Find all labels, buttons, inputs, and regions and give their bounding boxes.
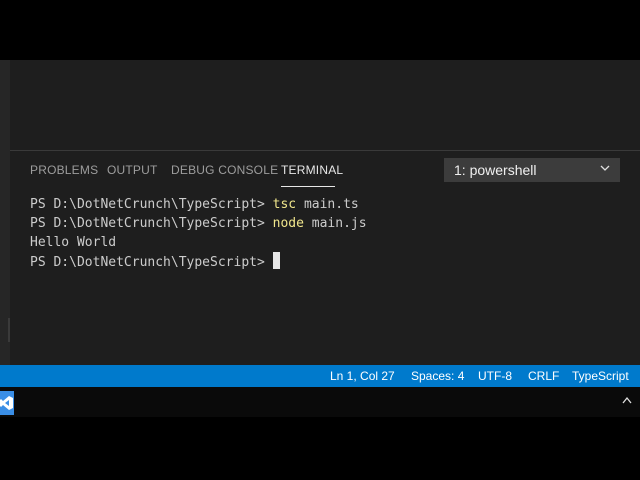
status-language[interactable]: TypeScript — [572, 369, 629, 383]
top-letterbox — [0, 0, 640, 60]
terminal-cursor — [272, 252, 280, 269]
terminal-prompt: PS D:\DotNetCrunch\TypeScript> — [30, 255, 265, 270]
terminal-output[interactable]: PS D:\DotNetCrunch\TypeScript> tsc main.… — [30, 195, 367, 271]
os-taskbar — [0, 387, 640, 417]
status-cursor-position[interactable]: Ln 1, Col 27 — [330, 369, 395, 383]
editor-area — [0, 60, 640, 150]
status-indentation[interactable]: Spaces: 4 — [411, 369, 464, 383]
panel-tabs: PROBLEMS OUTPUT DEBUG CONSOLE TERMINAL 1… — [10, 151, 640, 189]
tab-debug-console[interactable]: DEBUG CONSOLE — [171, 163, 278, 177]
terminal-command: tsc — [272, 197, 297, 212]
status-bar: Ln 1, Col 27 Spaces: 4 UTF-8 CRLF TypeSc… — [0, 365, 640, 387]
vscode-icon — [0, 396, 13, 410]
status-eol[interactable]: CRLF — [528, 369, 559, 383]
panel-divider — [8, 318, 10, 342]
active-tab-indicator — [281, 186, 335, 187]
terminal-prompt: PS D:\DotNetCrunch\TypeScript> — [30, 197, 273, 212]
tray-caret-icon[interactable] — [622, 396, 632, 404]
tab-output[interactable]: OUTPUT — [107, 163, 158, 177]
status-encoding[interactable]: UTF-8 — [478, 369, 512, 383]
terminal-prompt: PS D:\DotNetCrunch\TypeScript> — [30, 216, 273, 231]
tab-terminal[interactable]: TERMINAL — [281, 163, 343, 177]
terminal-output-text: Hello World — [30, 235, 117, 250]
vscode-taskbar-button[interactable] — [0, 391, 14, 415]
tab-problems[interactable]: PROBLEMS — [30, 163, 98, 177]
chevron-down-icon — [600, 165, 610, 171]
terminal-line: PS D:\DotNetCrunch\TypeScript> tsc main.… — [30, 195, 367, 214]
terminal-args: main.ts — [296, 197, 359, 212]
terminal-line: Hello World — [30, 233, 367, 252]
terminal-args: main.js — [303, 216, 367, 231]
terminal-command: node — [272, 216, 304, 231]
terminal-line: PS D:\DotNetCrunch\TypeScript> node main… — [30, 214, 367, 233]
terminal-line: PS D:\DotNetCrunch\TypeScript> — [30, 252, 367, 271]
bottom-panel: PROBLEMS OUTPUT DEBUG CONSOLE TERMINAL 1… — [10, 150, 640, 366]
bottom-letterbox — [0, 417, 640, 480]
terminal-select-value: 1: powershell — [454, 162, 537, 178]
terminal-select-dropdown[interactable]: 1: powershell — [444, 158, 620, 182]
